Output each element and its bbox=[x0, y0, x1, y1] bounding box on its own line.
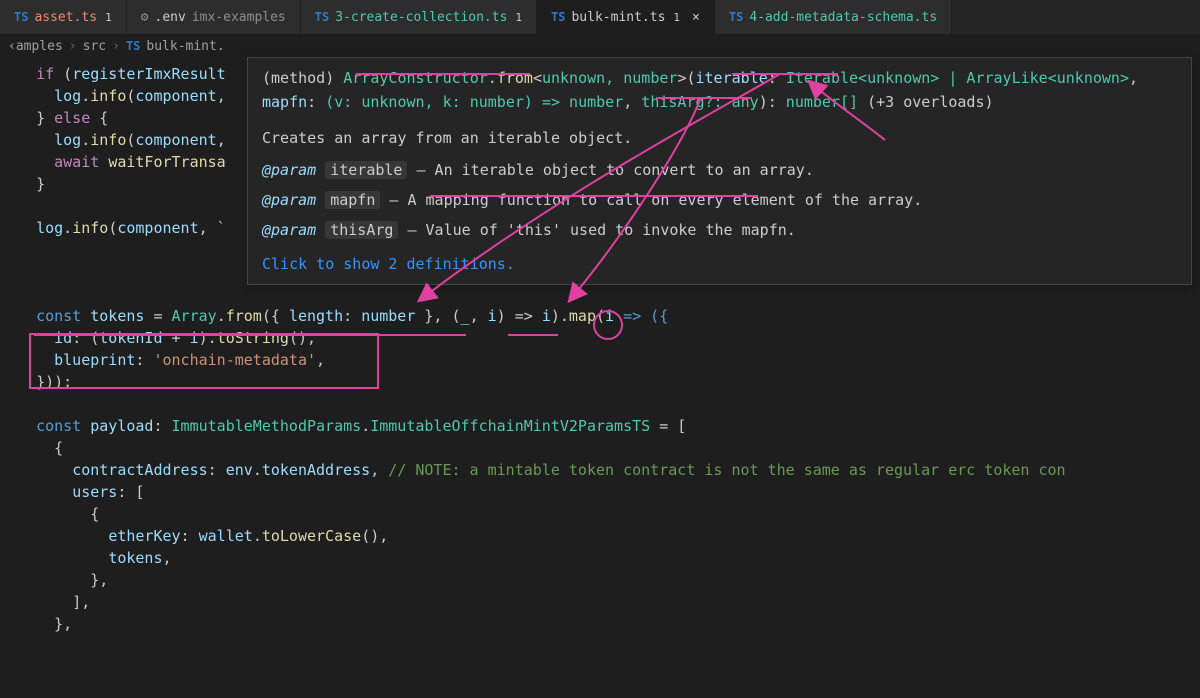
code-line bbox=[18, 283, 1182, 305]
hover-tooltip: (method) ArrayConstructor.from<unknown, … bbox=[247, 57, 1192, 285]
code-line: }, bbox=[18, 613, 1182, 635]
show-definitions-link[interactable]: Click to show 2 definitions. bbox=[262, 252, 1177, 276]
breadcrumb[interactable]: ‹amples › src › TS bulk-mint. bbox=[0, 35, 1200, 57]
code-line: id: (tokenId + i).toString(), bbox=[18, 327, 1182, 349]
code-editor[interactable]: (method) ArrayConstructor.from<unknown, … bbox=[0, 57, 1200, 641]
tab-label: bulk-mint.ts bbox=[571, 10, 665, 25]
code-line bbox=[18, 393, 1182, 415]
tab-dirty-indicator: 1 bbox=[515, 11, 522, 24]
code-line: { bbox=[18, 437, 1182, 459]
close-icon[interactable]: × bbox=[692, 10, 700, 25]
ts-icon: TS bbox=[126, 39, 140, 53]
breadcrumb-part: bulk-mint. bbox=[146, 39, 224, 54]
tooltip-description: Creates an array from an iterable object… bbox=[262, 126, 1177, 150]
tab-bar: TS asset.ts 1 ⚙ .env imx-examples TS 3-c… bbox=[0, 0, 1200, 35]
signature: (method) ArrayConstructor.from<unknown, … bbox=[262, 66, 1177, 114]
tab-env[interactable]: ⚙ .env imx-examples bbox=[127, 0, 301, 34]
code-line: tokens, bbox=[18, 547, 1182, 569]
code-line: const tokens = Array.from({ length: numb… bbox=[18, 305, 1182, 327]
ts-icon: TS bbox=[315, 10, 329, 24]
code-line: ], bbox=[18, 591, 1182, 613]
param-row: @param thisArg — Value of 'this' used to… bbox=[262, 218, 1177, 242]
code-line: blueprint: 'onchain-metadata', bbox=[18, 349, 1182, 371]
breadcrumb-part: src bbox=[83, 39, 106, 54]
ts-icon: TS bbox=[729, 10, 743, 24]
param-row: @param iterable — An iterable object to … bbox=[262, 158, 1177, 182]
code-line: { bbox=[18, 503, 1182, 525]
param-row: @param mapfn — A mapping function to cal… bbox=[262, 188, 1177, 212]
chevron-right-icon: › bbox=[112, 39, 120, 54]
code-line: users: [ bbox=[18, 481, 1182, 503]
tab-bulk-mint[interactable]: TS bulk-mint.ts 1 × bbox=[537, 0, 715, 34]
gear-icon: ⚙ bbox=[141, 10, 149, 25]
code-line: const payload: ImmutableMethodParams.Imm… bbox=[18, 415, 1182, 437]
tab-create-collection[interactable]: TS 3-create-collection.ts 1 bbox=[301, 0, 537, 34]
code-line: })); bbox=[18, 371, 1182, 393]
code-line: etherKey: wallet.toLowerCase(), bbox=[18, 525, 1182, 547]
tab-label: asset.ts bbox=[34, 10, 97, 25]
code-line: }, bbox=[18, 569, 1182, 591]
ts-icon: TS bbox=[551, 10, 565, 24]
tab-label: 3-create-collection.ts bbox=[335, 10, 507, 25]
tab-label: 4-add-metadata-schema.ts bbox=[749, 10, 937, 25]
tab-label: .env bbox=[155, 10, 186, 25]
tab-suffix: imx-examples bbox=[192, 10, 286, 25]
chevron-right-icon: › bbox=[69, 39, 77, 54]
ts-icon: TS bbox=[14, 10, 28, 24]
tab-dirty-indicator: 1 bbox=[673, 11, 680, 24]
code-line: contractAddress: env.tokenAddress, // NO… bbox=[18, 459, 1182, 481]
tab-dirty-indicator: 1 bbox=[105, 11, 112, 24]
tab-add-metadata[interactable]: TS 4-add-metadata-schema.ts bbox=[715, 0, 952, 34]
tab-asset[interactable]: TS asset.ts 1 bbox=[0, 0, 127, 34]
breadcrumb-part: ‹amples bbox=[8, 39, 63, 54]
